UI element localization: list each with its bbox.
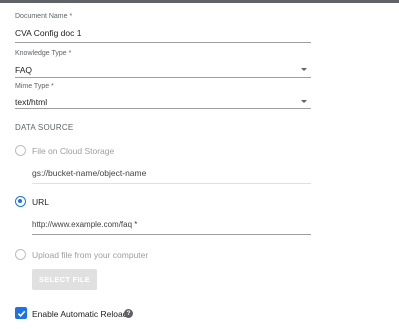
knowledge-type-value: FAQ [15, 65, 33, 75]
dropdown-arrow-icon[interactable] [301, 68, 307, 71]
mime-type-underline [15, 108, 311, 109]
cloud-storage-label[interactable]: File on Cloud Storage [32, 146, 114, 156]
mime-type-value: text/html [15, 97, 48, 107]
data-source-heading: DATA SOURCE [15, 123, 74, 132]
cloud-storage-input-value[interactable]: gs://bucket-name/object-name [32, 168, 146, 178]
dropdown-arrow-icon[interactable] [301, 100, 307, 103]
auto-reload-label[interactable]: Enable Automatic Reload [32, 309, 127, 319]
top-bar [0, 0, 399, 3]
document-name-value[interactable]: CVA Config doc 1 [15, 28, 81, 38]
cloud-storage-input[interactable]: gs://bucket-name/object-name [32, 162, 311, 184]
url-underline [32, 234, 311, 235]
radio-dot [18, 199, 23, 204]
help-icon[interactable]: ? [124, 309, 133, 318]
url-radio[interactable] [15, 196, 26, 207]
auto-reload-checkbox[interactable] [15, 307, 27, 319]
cloud-storage-radio[interactable] [15, 145, 26, 156]
mime-type-label: Mime Type * [15, 83, 54, 90]
document-name-field[interactable]: Document Name * CVA Config doc 1 [15, 9, 311, 43]
cloud-storage-underline [32, 183, 311, 184]
url-input-value[interactable]: http://www.example.com/faq * [32, 220, 137, 229]
select-file-button[interactable]: SELECT FILE [32, 269, 97, 290]
knowledge-type-select[interactable]: Knowledge Type * FAQ [15, 46, 311, 80]
knowledge-type-label: Knowledge Type * [15, 50, 72, 57]
upload-label[interactable]: Upload file from your computer [32, 250, 148, 260]
checkmark-icon [17, 310, 25, 317]
document-name-underline [15, 42, 311, 43]
mime-type-select[interactable]: Mime Type * text/html [15, 80, 311, 110]
url-input[interactable]: http://www.example.com/faq * [32, 213, 311, 235]
upload-radio[interactable] [15, 249, 26, 260]
document-name-label: Document Name * [15, 13, 73, 20]
url-label[interactable]: URL [32, 197, 49, 207]
knowledge-type-underline [15, 77, 311, 78]
